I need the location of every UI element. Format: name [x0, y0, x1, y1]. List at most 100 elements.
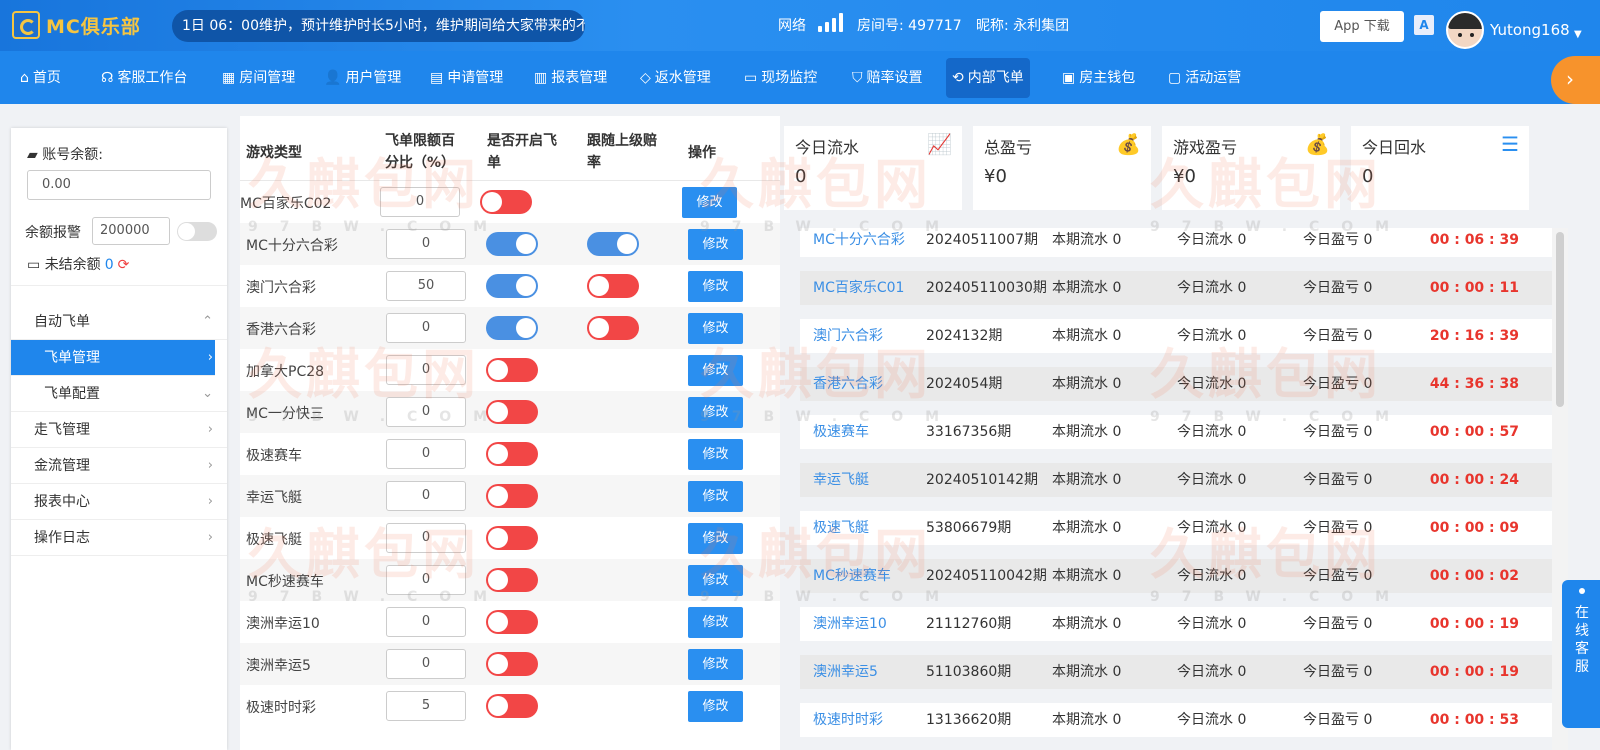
nav-item-10[interactable]: ▣ 房主钱包 [1056, 58, 1141, 98]
game-link[interactable]: 极速赛车 [813, 415, 869, 449]
enable-flight-toggle[interactable] [486, 568, 538, 592]
edit-button[interactable]: 修改 [688, 481, 743, 512]
alert-toggle[interactable] [177, 222, 217, 241]
period-number: 53806679期 [926, 520, 1012, 536]
game-link[interactable]: 极速飞艇 [813, 511, 869, 545]
grid-icon: ▦ [222, 70, 236, 86]
nav-item-3[interactable]: 👤 用户管理 [318, 58, 407, 98]
limit-pct-input[interactable]: 50 [386, 271, 466, 301]
translate-icon[interactable]: A [1414, 15, 1434, 35]
balance-input[interactable]: 0.00 [27, 170, 211, 200]
game-link[interactable]: MC秒速赛车 [813, 559, 891, 593]
enable-flight-toggle[interactable] [486, 400, 538, 424]
edit-button[interactable]: 修改 [688, 607, 743, 638]
bar-chart-icon: ▥ [534, 70, 548, 86]
game-link[interactable]: 幸运飞艇 [813, 463, 869, 497]
edit-button[interactable]: 修改 [688, 565, 743, 596]
game-link[interactable]: 香港六合彩 [813, 367, 883, 401]
follow-odds-toggle[interactable] [587, 232, 639, 256]
enable-flight-toggle[interactable] [486, 484, 538, 508]
game-name: 幸运飞艇 [246, 490, 302, 506]
sidebar-item-1[interactable]: 飞单管理 › [11, 340, 215, 376]
nav-item-0[interactable]: ⌂ 首页 [14, 58, 67, 98]
header-game-type: 游戏类型 [246, 145, 302, 161]
chevron-down-icon: ⌄ [202, 386, 213, 401]
edit-button[interactable]: 修改 [688, 397, 743, 428]
edit-button[interactable]: 修改 [688, 355, 743, 386]
edit-button[interactable]: 修改 [688, 649, 743, 680]
limit-pct-input[interactable]: 0 [386, 397, 466, 427]
enable-flight-toggle[interactable] [486, 316, 538, 340]
countdown-timer: 00 : 00 : 24 [1429, 472, 1519, 488]
game-link[interactable]: 澳洲幸运10 [813, 607, 887, 641]
nav-item-11[interactable]: ▢ 活动运营 [1162, 58, 1247, 98]
header-limit-pct: 飞单限额百 分比（%） [385, 130, 455, 174]
limit-pct-input[interactable]: 0 [386, 439, 466, 469]
enable-flight-toggle[interactable] [480, 190, 532, 214]
enable-flight-toggle[interactable] [486, 442, 538, 466]
enable-flight-toggle[interactable] [486, 358, 538, 382]
enable-flight-toggle[interactable] [486, 610, 538, 634]
enable-flight-toggle[interactable] [486, 652, 538, 676]
logo[interactable]: MC俱乐部 [12, 11, 141, 39]
limit-pct-input[interactable]: 0 [386, 523, 466, 553]
game-link[interactable]: MC百家乐C01 [813, 271, 904, 305]
nav-item-4[interactable]: ▤ 申请管理 [424, 58, 509, 98]
sidebar-item-2[interactable]: 飞单配置 ⌄ [11, 376, 227, 412]
nav-item-6[interactable]: ◇ 返水管理 [634, 58, 717, 98]
limit-pct-input[interactable]: 0 [386, 607, 466, 637]
limit-pct-input[interactable]: 0 [386, 355, 466, 385]
nav-item-8[interactable]: ⛉ 赔率设置 [846, 58, 929, 98]
edit-button[interactable]: 修改 [682, 187, 737, 218]
enable-flight-toggle[interactable] [486, 232, 538, 256]
username[interactable]: Yutong168 [1490, 21, 1570, 39]
game-link[interactable]: 澳洲幸运5 [813, 655, 878, 689]
edit-button[interactable]: 修改 [688, 313, 743, 344]
game-name: 澳门六合彩 [246, 280, 316, 296]
nav-next-arrow-icon[interactable]: › [1551, 56, 1600, 104]
wallet-icon: ▣ [1062, 70, 1076, 86]
nav-item-7[interactable]: ▭ 现场监控 [738, 58, 823, 98]
sidebar-item-3[interactable]: 走飞管理 › [11, 412, 227, 448]
enable-flight-toggle[interactable] [486, 526, 538, 550]
follow-odds-toggle[interactable] [587, 274, 639, 298]
nav-item-9[interactable]: ⟲ 内部飞单 [946, 58, 1030, 98]
nav-item-label: 现场监控 [761, 70, 818, 86]
edit-button[interactable]: 修改 [688, 229, 743, 260]
follow-odds-toggle[interactable] [587, 316, 639, 340]
limit-pct-input[interactable]: 5 [386, 691, 466, 721]
today-profit: 今日盈亏 0 [1303, 472, 1373, 488]
stat-card: 今日回水 0 ☰ [1351, 126, 1529, 210]
nav-item-5[interactable]: ▥ 报表管理 [528, 58, 613, 98]
edit-button[interactable]: 修改 [688, 691, 743, 722]
enable-flight-toggle[interactable] [486, 694, 538, 718]
nav-item-1[interactable]: ☊ 客服工作台 [95, 58, 193, 98]
refresh-icon[interactable]: ⟳ [118, 257, 130, 273]
enable-flight-toggle[interactable] [486, 274, 538, 298]
limit-pct-input[interactable]: 0 [386, 313, 466, 343]
scrollbar-thumb[interactable] [1556, 232, 1564, 407]
limit-pct-input[interactable]: 0 [386, 649, 466, 679]
sidebar-item-0[interactable]: 自动飞单 ⌃ [11, 304, 227, 340]
sidebar-item-5[interactable]: 报表中心 › [11, 484, 227, 520]
online-service-button[interactable]: 在线客服 [1562, 580, 1600, 728]
sidebar-item-6[interactable]: 操作日志 › [11, 520, 227, 556]
table-row: 幸运飞艇 0 修改 [240, 475, 780, 517]
nav-item-2[interactable]: ▦ 房间管理 [216, 58, 301, 98]
today-profit: 今日盈亏 0 [1303, 520, 1373, 536]
limit-pct-input[interactable]: 0 [386, 565, 466, 595]
app-download-button[interactable]: App 下载 [1320, 11, 1404, 42]
limit-pct-input[interactable]: 0 [386, 229, 466, 259]
limit-pct-input[interactable]: 0 [386, 481, 466, 511]
sidebar-item-4[interactable]: 金流管理 › [11, 448, 227, 484]
game-link[interactable]: 澳门六合彩 [813, 319, 883, 353]
game-link[interactable]: MC十分六合彩 [813, 228, 905, 257]
limit-pct-input[interactable]: 0 [380, 187, 460, 217]
avatar[interactable] [1446, 11, 1484, 49]
edit-button[interactable]: 修改 [688, 439, 743, 470]
game-link[interactable]: 极速时时彩 [813, 703, 883, 737]
alert-amount-input[interactable]: 200000 [92, 217, 170, 245]
caret-down-icon[interactable]: ▼ [1574, 29, 1582, 40]
edit-button[interactable]: 修改 [688, 523, 743, 554]
edit-button[interactable]: 修改 [688, 271, 743, 302]
